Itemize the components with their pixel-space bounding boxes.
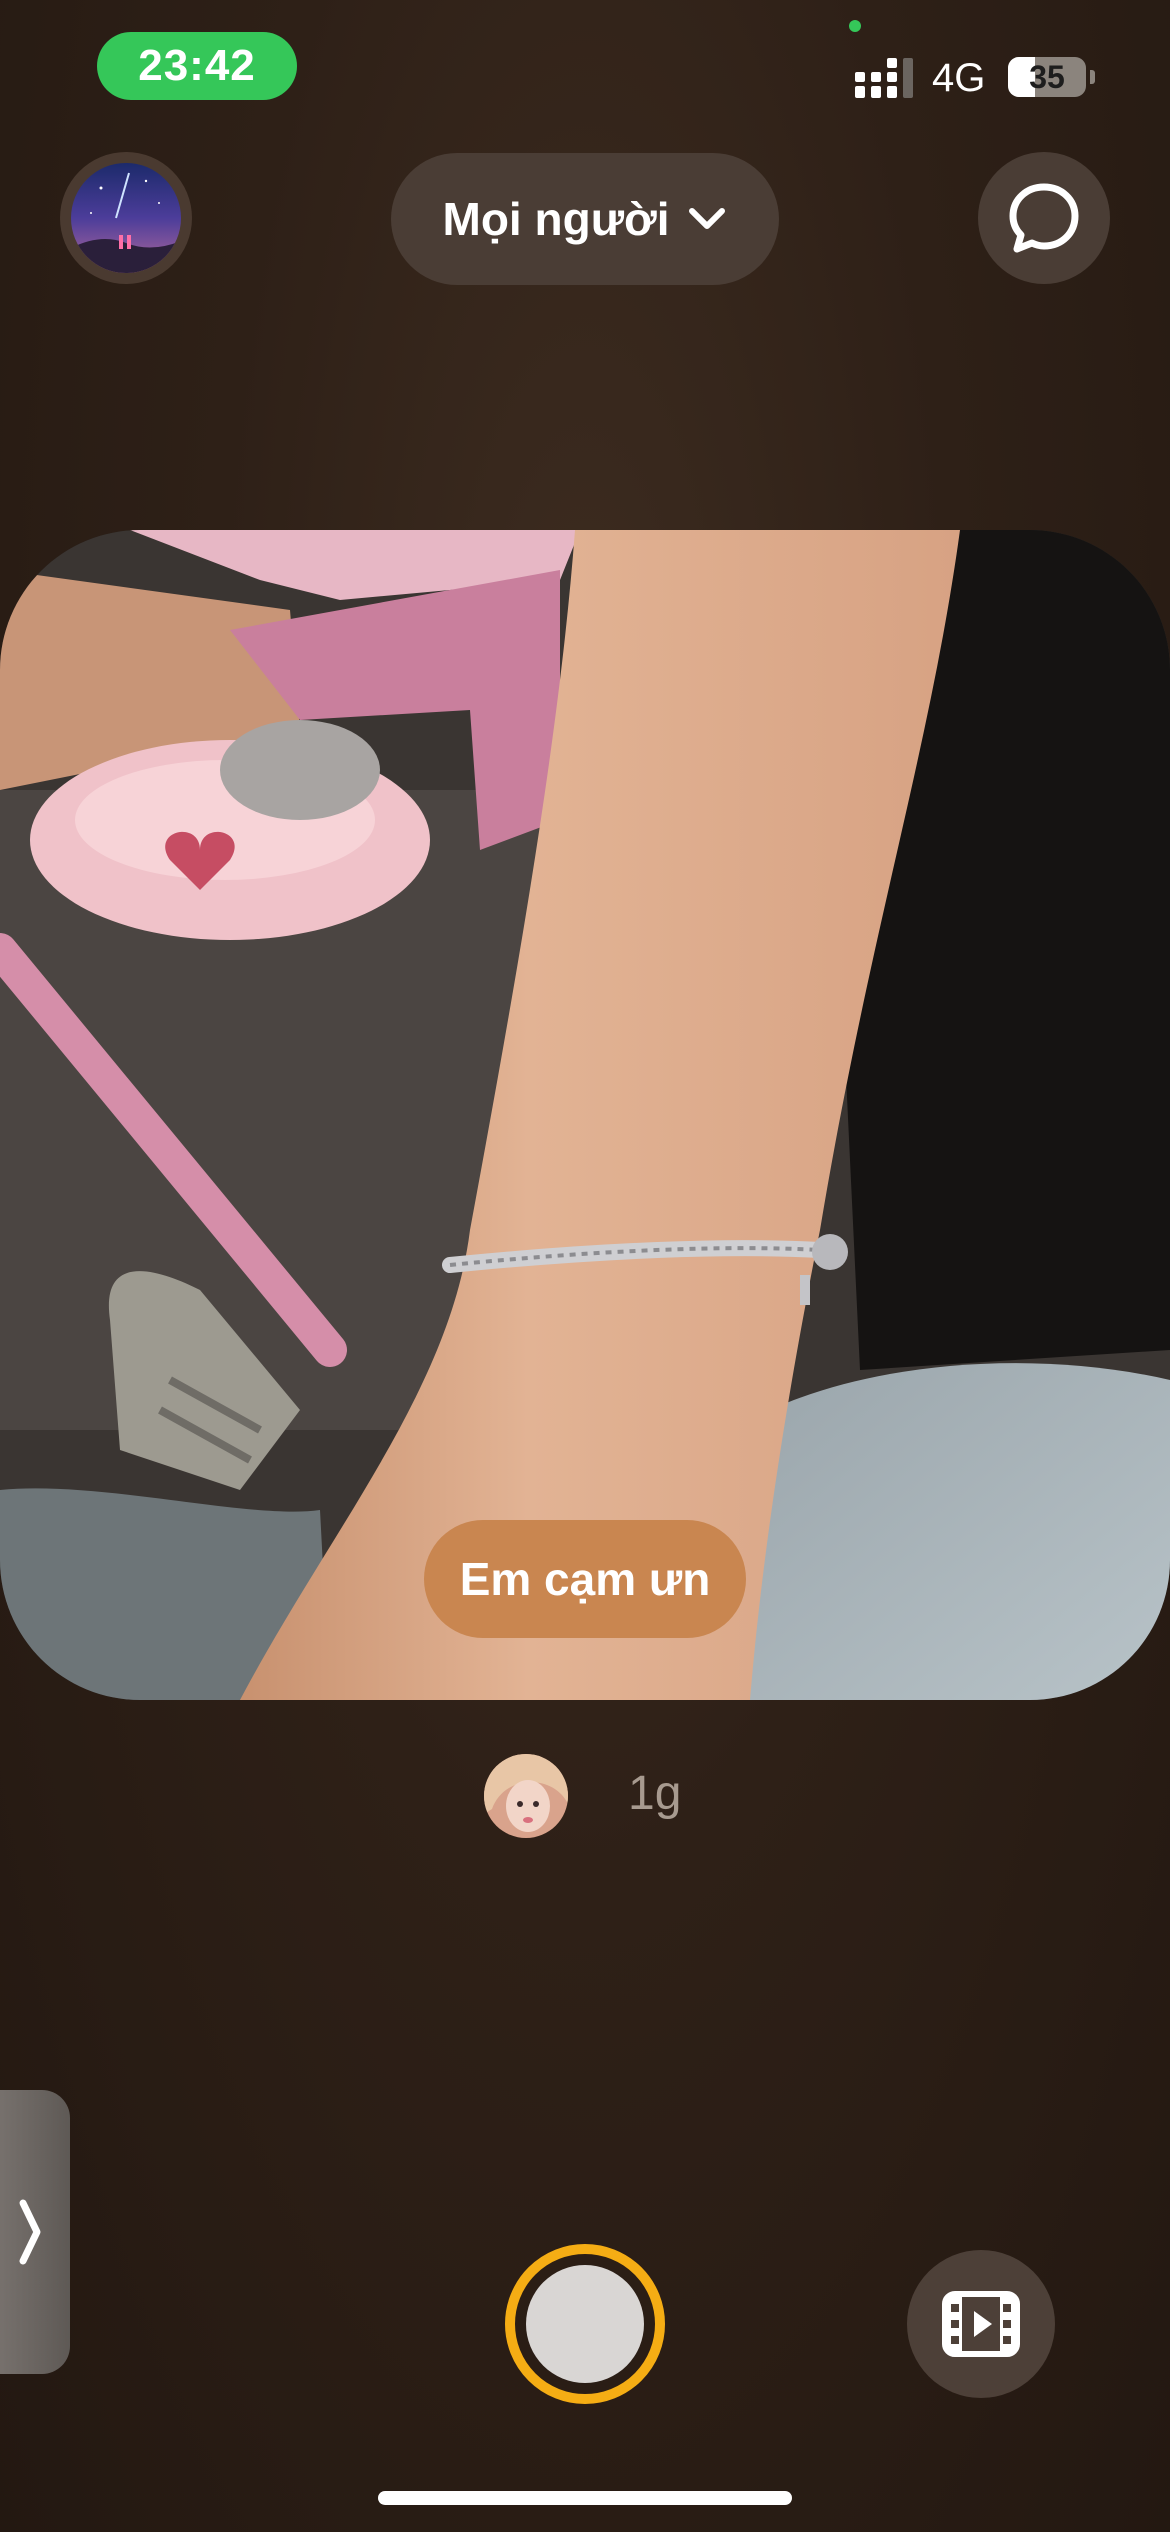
chevron-right-icon xyxy=(19,2199,41,2265)
cellular-signal-icon xyxy=(855,58,913,98)
audience-selector[interactable]: Mọi người xyxy=(391,153,779,285)
sender-avatar-icon xyxy=(484,1754,568,1838)
profile-avatar-icon xyxy=(71,163,181,273)
battery-level: 35 xyxy=(1029,58,1065,95)
sender-avatar[interactable] xyxy=(484,1754,568,1838)
side-drawer-tab[interactable] xyxy=(0,2090,70,2374)
home-indicator[interactable] xyxy=(378,2491,792,2505)
post-age: 1g xyxy=(628,1767,682,1820)
shutter-icon xyxy=(526,2265,644,2383)
film-icon xyxy=(942,2291,1020,2357)
chevron-down-icon xyxy=(689,208,726,229)
video-button[interactable] xyxy=(907,2250,1055,2398)
chat-bubble-icon xyxy=(1009,183,1079,253)
status-time: 23:42 xyxy=(97,32,297,100)
battery-tip xyxy=(1090,70,1095,84)
profile-button[interactable] xyxy=(60,152,192,284)
shutter-button[interactable] xyxy=(505,2244,665,2404)
photo-caption: Em cạm ưn xyxy=(424,1520,746,1638)
chat-button[interactable] xyxy=(978,152,1110,284)
network-type: 4G xyxy=(932,56,986,100)
audience-label: Mọi người xyxy=(442,193,670,245)
battery-icon: 35 xyxy=(1008,57,1086,97)
camera-feed-screen: 23:42 4G 35 Mọi người Em cạm ưn 1g xyxy=(0,0,1170,2532)
camera-in-use-indicator xyxy=(849,20,861,32)
